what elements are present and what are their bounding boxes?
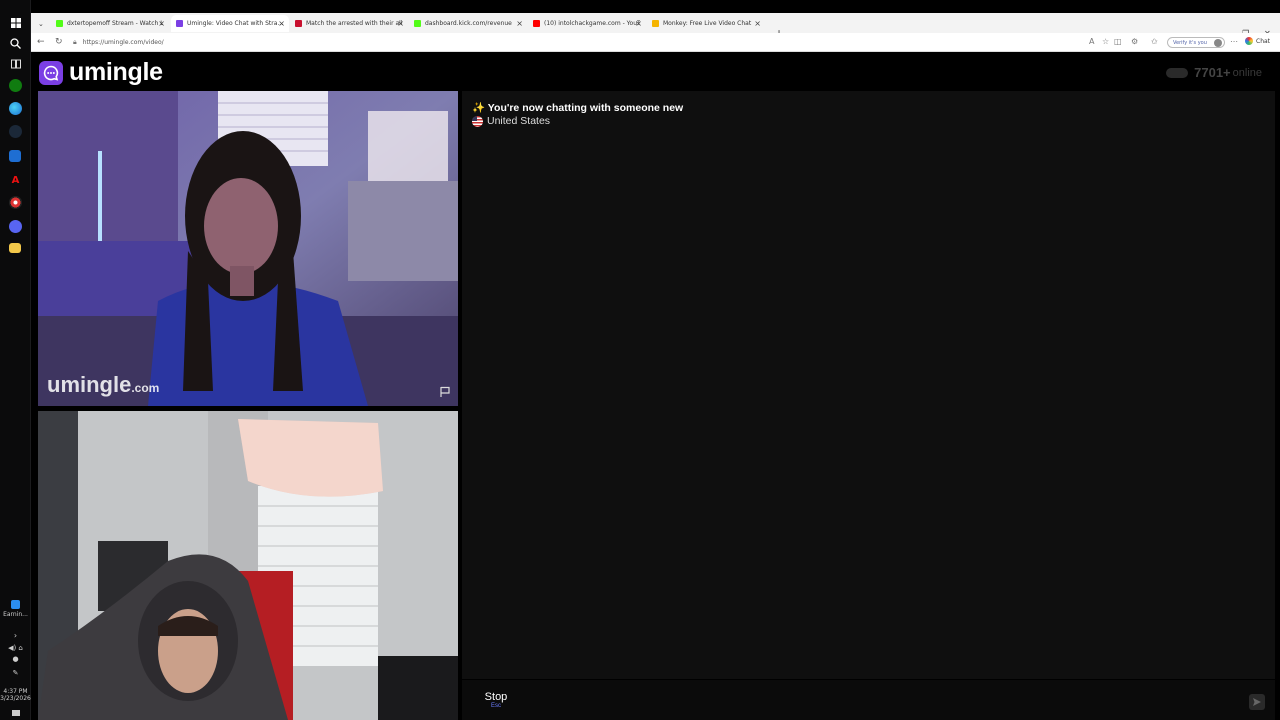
chat-bubble-icon [39, 60, 63, 85]
tab-favicon-icon [652, 20, 659, 27]
tab-title: dashboard.kick.com/revenue [425, 20, 512, 27]
speaker-icon[interactable]: ◀) ⌂ [0, 645, 31, 652]
earnings-widget[interactable]: Earnin... [0, 600, 31, 618]
chat-controls: Stop Esc [462, 680, 1275, 720]
earnings-label: Earnin... [3, 611, 28, 618]
clock[interactable]: 4:37 PM 3/23/2026 [0, 688, 31, 702]
report-flag-icon[interactable] [439, 386, 451, 398]
chevron-down-icon: ⌄ [38, 19, 44, 28]
windows-taskbar: A Earnin... › ◀) ⌂ ● ✎ 4:37 PM 3/23/2026 [0, 0, 31, 720]
file-explorer-icon[interactable] [9, 243, 21, 253]
search-icon[interactable] [7, 36, 24, 51]
back-button[interactable]: ← [37, 37, 45, 47]
show-desktop-icon[interactable] [0, 710, 31, 716]
browser-tab[interactable]: (10) intolchackgame.com - YouTu... × [528, 15, 646, 32]
verify-profile-button[interactable]: Verify it's you [1167, 37, 1225, 48]
steam-icon[interactable] [9, 125, 22, 138]
self-video [38, 411, 458, 720]
verify-label: Verify it's you [1173, 39, 1207, 46]
refresh-button[interactable]: ↻ [55, 37, 63, 47]
stranger-country: United States [472, 115, 550, 127]
task-view-icon[interactable] [7, 56, 24, 71]
copilot-chat-button[interactable]: Chat [1245, 37, 1270, 45]
umingle-page: umingle 7701+ online umingle.com ✨ You'r… [31, 52, 1280, 720]
message-input[interactable] [532, 680, 1242, 720]
tab-favicon-icon [295, 20, 302, 27]
browser-tab[interactable]: Umingle: Video Chat with Stra... × [171, 15, 289, 32]
split-screen-icon[interactable]: ◫ [1114, 37, 1122, 46]
tab-close-icon[interactable]: × [635, 19, 642, 28]
tab-favicon-icon [176, 20, 183, 27]
windows-start-icon[interactable] [7, 15, 24, 30]
url-text: https://umingle.com/video/ [82, 39, 164, 46]
widget-icon [11, 600, 20, 609]
pen-icon[interactable]: ✎ [0, 670, 31, 677]
edge-icon[interactable] [9, 102, 22, 115]
browser-tab[interactable]: dashboard.kick.com/revenue × [409, 15, 527, 32]
address-bar-row: ← ↻ 🔒︎ https://umingle.com/video/ A ☆ ◫ … [31, 33, 1280, 52]
online-count: 7701+ [1194, 65, 1231, 80]
system-message: ✨ You're now chatting with someone new [472, 102, 684, 114]
tab-bar: ⌄ dxtertopemoff Stream - Watch Li... × Umi… [31, 13, 1280, 41]
tab-title: (10) intolchackgame.com - YouTu... [544, 20, 640, 27]
tab-favicon-icon [414, 20, 421, 27]
window-top-strip [31, 0, 1280, 13]
more-menu-icon[interactable]: ⋯ [1230, 37, 1238, 46]
stop-button[interactable]: Stop Esc [462, 680, 530, 720]
read-aloud-icon[interactable]: A [1089, 37, 1094, 46]
logo-text: umingle [69, 58, 163, 86]
tab-title: Match the arrested with their alleg... [306, 20, 402, 27]
send-button[interactable] [1249, 694, 1265, 710]
us-flag-icon [472, 115, 483, 127]
tab-close-icon[interactable]: × [516, 19, 523, 28]
discord-icon[interactable] [9, 220, 22, 233]
browser-tab[interactable]: Match the arrested with their alleg...× [290, 15, 408, 32]
copilot-icon [1245, 37, 1253, 45]
chat-label: Chat [1256, 37, 1271, 45]
tab-favicon-icon [56, 20, 63, 27]
calendar-icon[interactable] [9, 150, 21, 162]
xbox-icon[interactable] [9, 79, 22, 92]
extensions-icon[interactable]: ⚙ [1131, 37, 1138, 46]
chevron-right-icon[interactable]: › [0, 632, 31, 640]
tab-close-icon[interactable]: × [158, 19, 165, 28]
obs-icon[interactable] [9, 196, 22, 209]
watermark-main: umingle [47, 372, 132, 397]
online-counter: 7701+ online [1166, 65, 1262, 80]
adobe-icon[interactable]: A [7, 173, 24, 188]
tab-title: Monkey: Free Live Video Chat [663, 20, 752, 27]
tab-actions-chevron[interactable]: ⌄ [33, 15, 51, 32]
stop-shortcut: Esc [490, 703, 501, 709]
tab-close-icon[interactable]: × [754, 19, 761, 28]
browser-window: ⌄ dxtertopemoff Stream - Watch Li... × Umi… [31, 0, 1280, 720]
self-video-feed [38, 411, 458, 720]
favorites-icon[interactable]: ✩ [1151, 37, 1158, 46]
umingle-logo[interactable]: umingle [39, 58, 163, 87]
microphone-icon[interactable]: ● [0, 656, 31, 663]
stranger-video: umingle.com [38, 91, 458, 406]
stop-label: Stop [484, 691, 508, 703]
tab-close-icon[interactable]: × [278, 19, 285, 28]
tab-title: dxtertopemoff Stream - Watch Li... [67, 20, 163, 27]
clock-time: 4:37 PM [3, 688, 28, 695]
browser-tab[interactable]: Monkey: Free Live Video Chat × [647, 15, 765, 32]
tab-favicon-icon [533, 20, 540, 27]
theme-toggle[interactable] [1166, 67, 1189, 78]
address-bar[interactable]: 🔒︎ https://umingle.com/video/ [73, 35, 1073, 50]
profile-avatar [1214, 39, 1222, 47]
browser-tab[interactable]: dxtertopemoff Stream - Watch Li... × [51, 15, 169, 32]
country-name: United States [487, 115, 551, 127]
watermark-suffix: .com [131, 381, 160, 395]
send-icon [1253, 698, 1261, 706]
tab-title: Umingle: Video Chat with Stra... [187, 20, 283, 27]
clock-date: 3/23/2026 [0, 695, 31, 702]
umingle-watermark: umingle.com [47, 372, 159, 398]
favorite-star-icon[interactable]: ☆ [1102, 37, 1109, 46]
lock-icon[interactable]: 🔒︎ [73, 38, 77, 47]
tab-close-icon[interactable]: × [397, 19, 404, 28]
online-label: online [1232, 66, 1262, 79]
chat-panel: ✨ You're now chatting with someone new U… [462, 91, 1275, 679]
stranger-video-feed [38, 91, 458, 406]
